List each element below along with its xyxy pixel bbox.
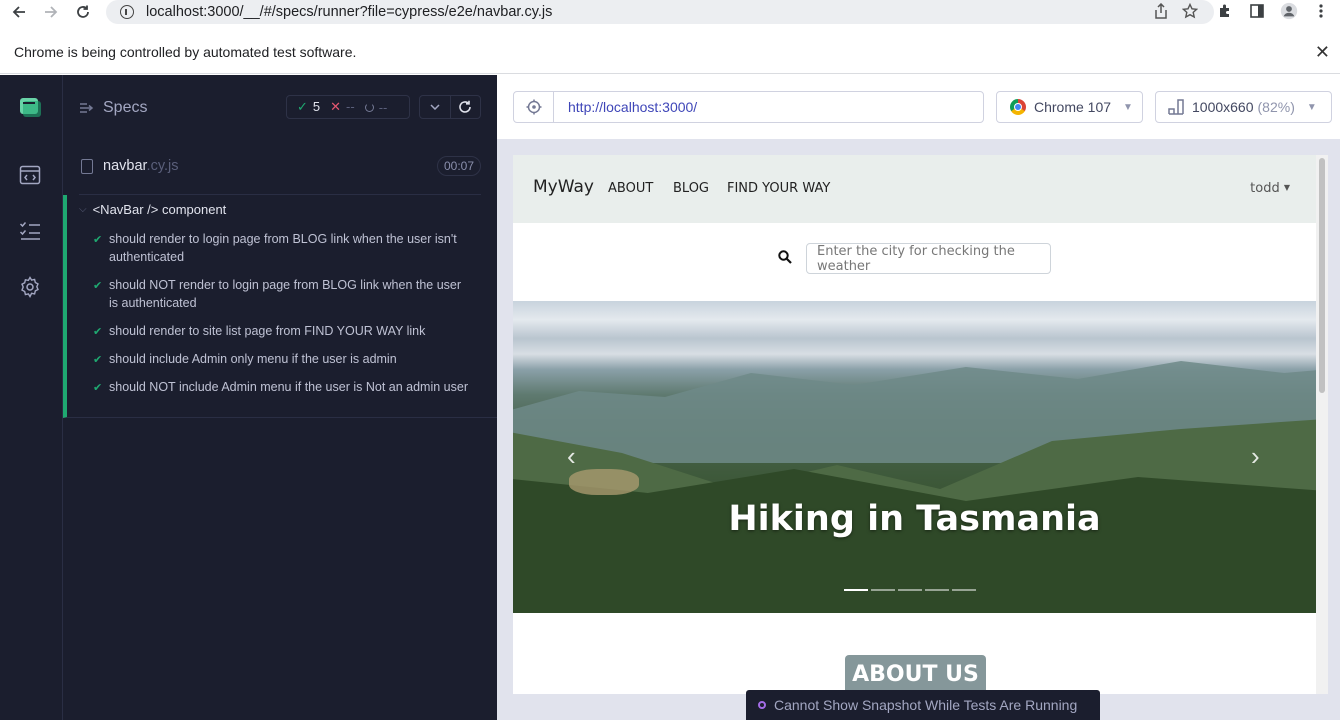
pass-check-icon: ✔ [93,326,103,338]
share-icon[interactable] [1154,2,1168,23]
browser-toolbar: localhost:3000/__/#/specs/runner?file=cy… [0,0,1340,28]
carousel-indicator[interactable] [898,589,922,591]
specs-list-icon [80,103,94,113]
search-icon[interactable] [778,250,792,269]
automation-infobar: Chrome is being controlled by automated … [0,30,1340,74]
browser-name: Chrome 107 [1034,99,1112,115]
app-navbar: MyWay ABOUT BLOG FIND YOUR WAY todd ▼ [513,155,1316,223]
hero-image-layer [569,469,639,495]
pass-check-icon: ✔ [93,354,103,366]
reporter-header: Specs ✓ 5 ✕ -- -- [63,75,497,141]
pending-spinner-icon [364,102,374,112]
chevron-down-icon: ▼ [1123,101,1133,113]
aut-toolbar: http://localhost:3000/ Chrome 107 ▼ 1000… [497,75,1340,139]
hero-title: Hiking in Tasmania [728,499,1101,539]
passed-count: ✓ 5 [297,99,321,114]
runs-nav-icon[interactable] [18,219,42,243]
hero-carousel: ‹ › Hiking in Tasmania [513,301,1316,613]
test-stats: ✓ 5 ✕ -- -- [286,95,410,119]
pass-check-icon: ✓ [297,99,308,114]
nav-find-your-way-link[interactable]: FIND YOUR WAY [727,181,830,196]
app-under-test-pane: http://localhost:3000/ Chrome 107 ▼ 1000… [497,75,1340,720]
chrome-icon [1010,99,1026,115]
carousel-indicator[interactable] [925,589,949,591]
viewport-icon [1168,99,1184,115]
settings-gear-icon[interactable] [18,275,42,299]
carousel-indicator[interactable] [952,589,976,591]
aut-url-bar[interactable]: http://localhost:3000/ [513,91,984,123]
pass-check-icon: ✔ [93,382,103,394]
pass-check-icon: ✔ [93,280,103,292]
address-bar[interactable]: localhost:3000/__/#/specs/runner?file=cy… [106,0,1214,24]
pass-check-icon: ✔ [93,234,103,246]
infobar-message: Chrome is being controlled by automated … [14,43,357,60]
cypress-sidebar-rail [0,75,63,720]
weather-search: Enter the city for checking the weather [513,223,1316,301]
suite-header[interactable]: ⌵ <NavBar /> component [79,202,226,217]
viewport-selector[interactable]: 1000x660 (82%) ▼ [1155,91,1332,123]
chevron-down-icon: ▼ [1306,101,1317,113]
specs-toggle[interactable]: Specs [79,99,147,117]
test-item[interactable]: ✔ should render to site list page from FI… [93,322,473,340]
carousel-indicator[interactable] [844,589,868,591]
cypress-logo-icon[interactable] [18,95,42,119]
bookmark-star-icon[interactable] [1181,2,1199,23]
snapshot-message: Cannot Show Snapshot While Tests Are Run… [746,690,1100,720]
spec-duration: 00:07 [436,156,481,176]
nav-blog-link[interactable]: BLOG [673,181,709,196]
profile-avatar-icon[interactable] [1280,2,1298,20]
specs-reporter-panel: Specs ✓ 5 ✕ -- -- navbar.cy.js 00:07 ⌵ <Na… [63,75,497,720]
spec-file-row: navbar.cy.js 00:07 [63,149,497,193]
about-us-heading: ABOUT US [845,655,986,694]
menu-kebab-icon[interactable] [1312,2,1330,20]
document-icon [81,159,93,174]
user-dropdown[interactable]: todd ▼ [1250,181,1290,196]
browser-selector[interactable]: Chrome 107 ▼ [996,91,1143,123]
address-bar-url: localhost:3000/__/#/specs/runner?file=cy… [146,4,553,20]
scrollbar-thumb[interactable] [1319,158,1325,393]
forward-icon[interactable] [38,1,64,23]
spec-file-name[interactable]: navbar.cy.js [103,158,179,174]
test-item[interactable]: ✔ should render to login page from BLOG l… [93,230,473,266]
carousel-next-icon[interactable]: › [1251,441,1260,472]
site-info-icon[interactable] [120,5,134,19]
viewport-size: 1000x660 [1192,99,1254,115]
run-controls [419,95,481,119]
test-suite: ⌵ <NavBar /> component ✔ should render to… [63,195,497,418]
reload-icon[interactable] [70,1,96,23]
collapse-chevron-icon[interactable] [420,96,451,118]
fail-x-icon: ✕ [330,99,342,114]
carousel-prev-icon[interactable]: ‹ [567,441,576,472]
test-item[interactable]: ✔ should include Admin only menu if the u… [93,350,473,368]
side-panel-icon[interactable] [1248,2,1266,20]
back-icon[interactable] [6,1,32,23]
test-item[interactable]: ✔ should NOT render to login page from BL… [93,276,473,312]
specs-title: Specs [103,99,148,116]
rerun-tests-icon[interactable] [451,96,481,118]
carousel-indicator[interactable] [871,589,895,591]
chevron-down-icon: ⌵ [79,204,87,215]
suite-title: <NavBar /> component [92,202,227,217]
infobar-close-icon[interactable]: ✕ [1315,42,1330,63]
pin-icon [758,701,766,709]
app-brand[interactable]: MyWay [533,177,594,197]
scrollbar[interactable] [1316,155,1328,694]
selector-playground-icon[interactable] [514,92,554,122]
failed-count: ✕ -- [330,99,355,114]
app-iframe: MyWay ABOUT BLOG FIND YOUR WAY todd ▼ En… [513,155,1328,694]
extensions-icon[interactable] [1216,2,1234,20]
city-search-input[interactable]: Enter the city for checking the weather [806,243,1051,274]
aut-url[interactable]: http://localhost:3000/ [568,99,697,115]
nav-about-link[interactable]: ABOUT [608,181,653,196]
snapshot-message-text: Cannot Show Snapshot While Tests Are Run… [774,697,1078,713]
specs-nav-icon[interactable] [18,163,42,187]
test-item[interactable]: ✔ should NOT include Admin menu if the us… [93,378,473,396]
viewport-scale: (82%) [1257,99,1295,115]
caret-down-icon: ▼ [1283,183,1290,192]
pending-count: -- [364,100,387,115]
carousel-indicators [844,589,976,591]
